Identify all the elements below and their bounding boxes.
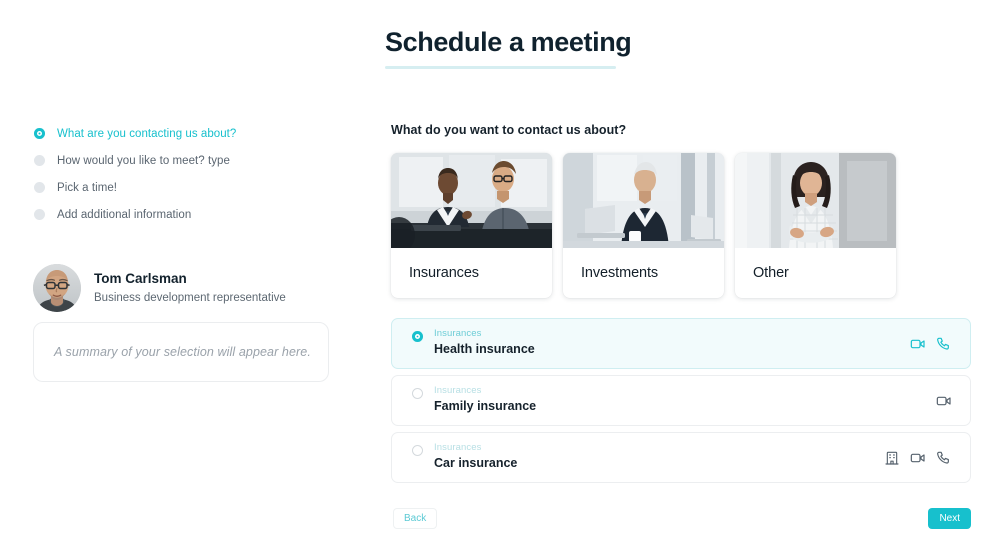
option-title: Car insurance	[434, 456, 518, 471]
profile-name: Tom Carlsman	[94, 271, 187, 287]
option-title: Health insurance	[434, 342, 535, 357]
option-row-family-insurance[interactable]: Insurances Family insurance	[391, 375, 971, 426]
schedule-meeting-page: Schedule a meeting What are you contacti…	[0, 0, 1000, 560]
option-text: Insurances Health insurance	[434, 328, 535, 359]
step-list: What are you contacting us about? How wo…	[34, 120, 334, 228]
photo-woman-arms-crossed-icon	[735, 153, 896, 248]
sidebar-step-label: What are you contacting us about?	[57, 127, 237, 140]
option-list: Insurances Health insurance Insurances F…	[391, 318, 971, 489]
option-title: Family insurance	[434, 399, 537, 414]
photo-two-men-meeting-icon	[391, 153, 552, 248]
category-card-investments[interactable]: Investments	[563, 153, 724, 298]
category-card-label: Insurances	[409, 265, 479, 281]
page-header: Schedule a meeting	[385, 26, 632, 70]
option-channel-icons	[910, 336, 952, 352]
step-indicator-icon	[34, 209, 45, 220]
sidebar-step-label: How would you like to meet? type	[57, 154, 230, 167]
sidebar-step-2[interactable]: How would you like to meet? type	[34, 147, 334, 174]
avatar	[33, 264, 81, 312]
option-category: Insurances	[434, 442, 482, 454]
option-category: Insurances	[434, 385, 482, 397]
category-card-list: Insurances Investments Other	[391, 153, 896, 298]
profile-text: Tom Carlsman Business development repres…	[94, 270, 286, 305]
sidebar-step-3[interactable]: Pick a time!	[34, 174, 334, 201]
video-icon[interactable]	[910, 336, 926, 352]
option-channel-icons	[936, 393, 952, 409]
photo-man-laptop-icon	[563, 153, 724, 248]
wizard-footer: Back Next	[391, 498, 971, 540]
selection-summary-box: A summary of your selection will appear …	[33, 322, 329, 382]
step-indicator-icon	[34, 182, 45, 193]
category-card-label: Other	[753, 265, 789, 281]
video-icon[interactable]	[936, 393, 952, 409]
step-indicator-icon	[34, 155, 45, 166]
option-row-health-insurance[interactable]: Insurances Health insurance	[391, 318, 971, 369]
sidebar-step-1[interactable]: What are you contacting us about?	[34, 120, 334, 147]
representative-profile: Tom Carlsman Business development repres…	[33, 264, 286, 312]
video-icon[interactable]	[910, 450, 926, 466]
phone-icon[interactable]	[936, 450, 952, 466]
step-indicator-icon	[34, 128, 45, 139]
contact-question: What do you want to contact us about?	[391, 123, 627, 137]
sidebar-step-label: Pick a time!	[57, 181, 118, 194]
option-channel-icons	[884, 450, 952, 466]
sidebar-step-label: Add additional information	[57, 208, 192, 221]
category-card-label: Investments	[581, 265, 659, 281]
back-button[interactable]: Back	[393, 508, 438, 529]
page-title: Schedule a meeting	[385, 27, 632, 57]
option-row-car-insurance[interactable]: Insurances Car insurance	[391, 432, 971, 483]
option-text: Insurances Car insurance	[434, 442, 517, 473]
profile-role: Business development representative	[94, 291, 286, 304]
sidebar-step-4[interactable]: Add additional information	[34, 201, 334, 228]
selection-summary-placeholder: A summary of your selection will appear …	[54, 345, 311, 359]
option-category: Insurances	[434, 328, 482, 340]
radio-icon[interactable]	[412, 331, 423, 342]
category-card-other[interactable]: Other	[735, 153, 896, 298]
next-button[interactable]: Next	[928, 508, 971, 529]
radio-icon[interactable]	[412, 388, 423, 399]
option-text: Insurances Family insurance	[434, 385, 536, 416]
office-icon[interactable]	[884, 450, 900, 466]
phone-icon[interactable]	[936, 336, 952, 352]
title-underline	[385, 66, 616, 70]
radio-icon[interactable]	[412, 445, 423, 456]
category-card-insurances[interactable]: Insurances	[391, 153, 552, 298]
